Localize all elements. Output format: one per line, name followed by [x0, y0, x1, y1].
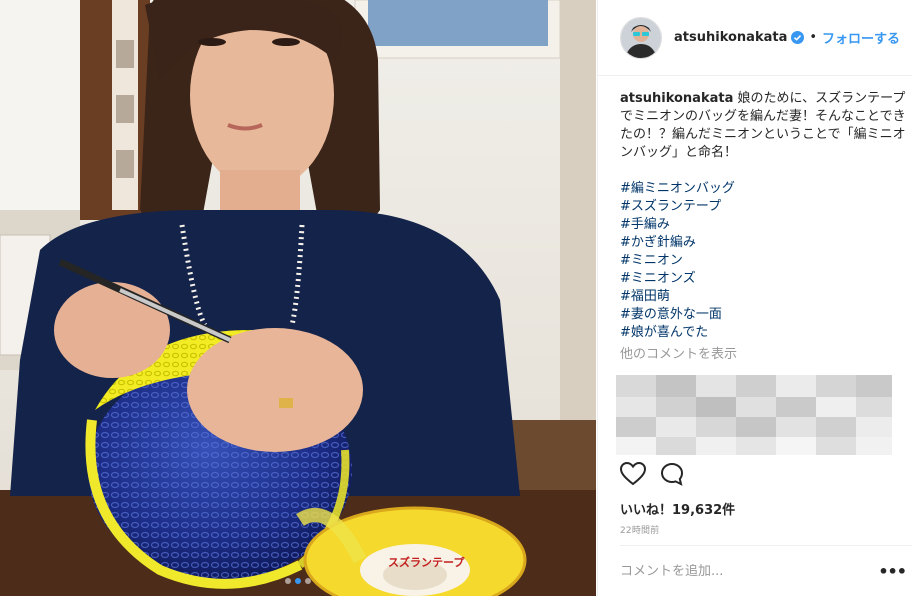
photo-illustration: スズランテープ: [0, 0, 596, 596]
post-timestamp: 22時間前: [620, 526, 660, 536]
hashtag[interactable]: #スズランテープ: [620, 198, 910, 216]
hashtag[interactable]: #かぎ針編み: [620, 234, 910, 252]
avatar[interactable]: [620, 16, 662, 59]
carousel-dot[interactable]: [285, 578, 291, 584]
more-options-icon[interactable]: •••: [878, 562, 907, 581]
caption-username[interactable]: atsuhikonakata: [620, 91, 733, 106]
avatar-image-icon: [621, 17, 661, 58]
post-header: atsuhikonakata • フォローする: [598, 0, 912, 76]
header-username[interactable]: atsuhikonakata: [674, 30, 787, 45]
caption-area: atsuhikonakata 娘のために、スズランテープでミニオンのバッグを編ん…: [620, 90, 910, 364]
hashtag[interactable]: #妻の意外な一面: [620, 306, 910, 324]
hashtag[interactable]: #ミニオンズ: [620, 270, 910, 288]
hashtag[interactable]: #編ミニオンバッグ: [620, 180, 910, 198]
post-actions: [620, 462, 684, 486]
hashtag-list: #編ミニオンバッグ #スズランテープ #手編み #かぎ針編み #ミニオン #ミニ…: [620, 180, 910, 342]
likes-count[interactable]: いいね！19,632件: [620, 499, 735, 518]
comment-input[interactable]: [620, 564, 860, 579]
post-side-panel: atsuhikonakata • フォローする atsuhikonakata 娘…: [597, 0, 912, 596]
verified-badge-icon: [791, 31, 805, 44]
blurred-comments: [616, 375, 892, 455]
heart-icon[interactable]: [620, 462, 646, 486]
carousel-dot[interactable]: [305, 578, 311, 584]
hashtag[interactable]: #手編み: [620, 216, 910, 234]
comment-bar: •••: [620, 545, 912, 597]
hashtag[interactable]: #ミニオン: [620, 252, 910, 270]
post-photo[interactable]: スズランテープ: [0, 0, 596, 596]
carousel-dot-active[interactable]: [295, 578, 301, 584]
follow-button[interactable]: フォローする: [822, 28, 900, 47]
hashtag[interactable]: #福田萌: [620, 288, 910, 306]
carousel-indicator: [0, 578, 596, 584]
comment-icon[interactable]: [660, 462, 684, 486]
caption: atsuhikonakata 娘のために、スズランテープでミニオンのバッグを編ん…: [620, 90, 910, 162]
tape-label: スズランテープ: [388, 555, 465, 569]
view-more-comments-link[interactable]: 他のコメントを表示: [620, 346, 910, 364]
instagram-post: スズランテープ atsuhikonakata • フォローする atsuhiko…: [0, 0, 912, 596]
header-separator: •: [809, 30, 818, 45]
hashtag[interactable]: #娘が喜んでた: [620, 324, 910, 342]
